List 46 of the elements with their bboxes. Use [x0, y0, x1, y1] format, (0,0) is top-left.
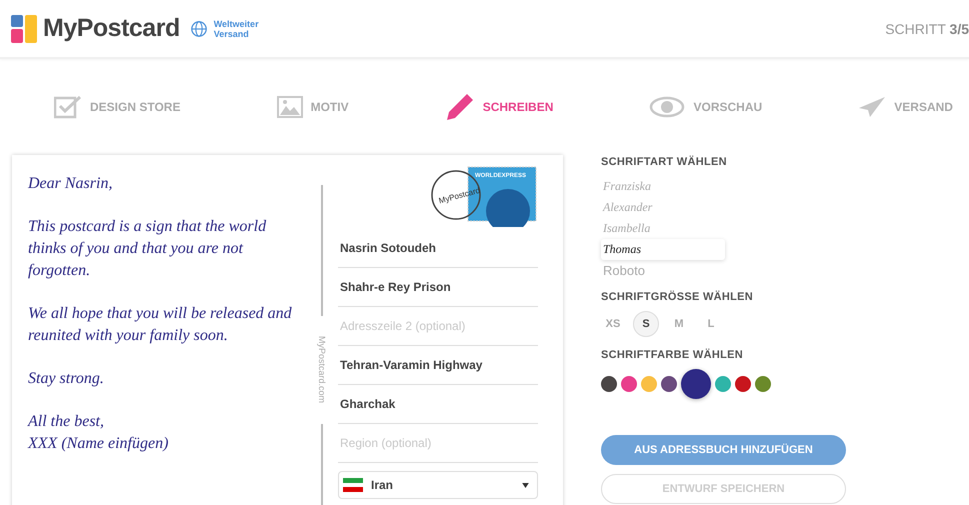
message-paragraph: This postcard is a sign that the world thinks of you and that you are not forgotten.: [28, 217, 268, 281]
badge-text: Versand: [214, 28, 250, 38]
section-title: SCHRIFTART WÄHLEN: [601, 156, 728, 168]
step-tab[interactable]: MOTIV: [276, 96, 349, 118]
color-swatch[interactable]: [641, 376, 657, 392]
paper-plane-icon: [858, 96, 886, 118]
font-option[interactable]: Roboto: [601, 260, 725, 281]
message-paragraph: Stay strong.: [28, 369, 105, 389]
color-swatch[interactable]: [755, 376, 771, 392]
section-title: SCHRIFTFARBE WÄHLEN: [601, 349, 744, 361]
logo-icon: [11, 14, 37, 42]
address-book-button[interactable]: AUS ADRESSBUCH HINZUFÜGEN: [601, 435, 846, 465]
size-option[interactable]: XS: [601, 312, 625, 336]
pencil-icon: [444, 92, 475, 122]
flag-icon: [343, 478, 363, 492]
step-tab[interactable]: SCHREIBEN: [444, 92, 554, 122]
brand-name: MyPostcard: [43, 14, 180, 43]
checkbox-icon: [54, 95, 82, 119]
size-option[interactable]: M: [667, 312, 691, 336]
color-swatch[interactable]: [661, 376, 677, 392]
color-swatch[interactable]: [681, 369, 711, 399]
eye-icon: [649, 96, 686, 118]
caret-icon: [522, 482, 529, 488]
size-option[interactable]: L: [699, 312, 723, 336]
font-option[interactable]: Franziska: [601, 176, 725, 197]
font-option[interactable]: Alexander: [601, 197, 725, 218]
side-text: MyPostcard.com: [317, 336, 327, 404]
step-tab[interactable]: VORSCHAU: [649, 96, 762, 118]
color-swatch[interactable]: [735, 376, 751, 392]
message-paragraph: Dear Nasrin,: [28, 174, 114, 194]
color-swatch[interactable]: [601, 376, 617, 392]
message-paragraph: We all hope that you will be released and reunited with your family soon.: [28, 304, 293, 346]
step-tab[interactable]: DESIGN STORE: [54, 95, 180, 119]
country-select[interactable]: Iran: [338, 471, 538, 499]
font-option[interactable]: Thomas: [601, 239, 725, 260]
size-option[interactable]: S: [633, 311, 659, 337]
image-icon: [276, 96, 303, 118]
color-swatch[interactable]: [715, 376, 731, 392]
badge-text: Weltweiter: [214, 18, 259, 28]
globe-icon: [190, 20, 208, 38]
step-indicator: SCHRITT 3/5: [885, 20, 969, 36]
message-paragraph: All the best, XXX (Name einfügen): [28, 412, 170, 454]
font-option[interactable]: Isambella: [601, 218, 725, 239]
section-title: SCHRIFTGRÖSSE WÄHLEN: [601, 291, 754, 303]
step-tab[interactable]: VERSAND: [858, 96, 953, 118]
color-swatch[interactable]: [621, 376, 637, 392]
